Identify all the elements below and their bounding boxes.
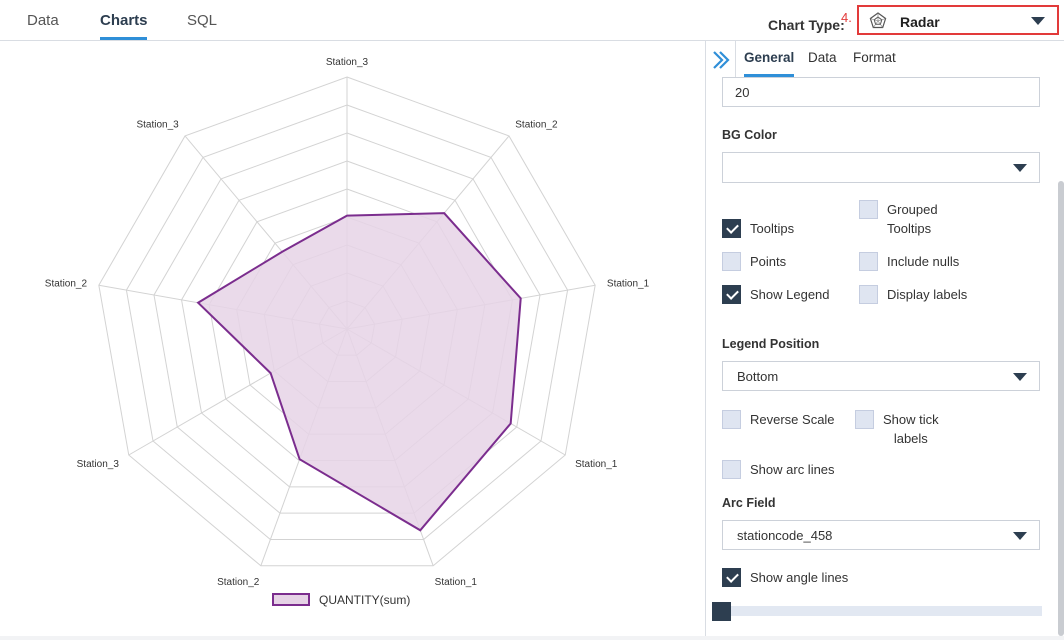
radar-chart: Station_3 Station_2 Station_1 Station_1 Stat… (45, 57, 650, 588)
chevron-down-icon (1013, 164, 1027, 172)
arc-field-label: Arc Field (722, 496, 776, 510)
reverse-scale-label: Reverse Scale (750, 412, 835, 427)
points-label: Points (750, 254, 787, 269)
tooltips-label: Tooltips (750, 221, 795, 236)
show-arc-lines-label: Show arc lines (750, 462, 835, 477)
tab-panel-data[interactable]: Data (808, 50, 837, 65)
slider-track[interactable] (722, 606, 1042, 616)
axis-label: Station_2 (217, 577, 260, 588)
active-tab-indicator (100, 37, 147, 40)
show-tick-labels-label: Show tick labels (883, 412, 939, 446)
legend-label: QUANTITY(sum) (319, 593, 411, 607)
legend-position-label: Legend Position (722, 337, 820, 351)
chevron-down-icon (1031, 17, 1045, 25)
axis-label: Station_2 (45, 278, 88, 289)
grouped-tooltips-label: Grouped Tooltips (887, 202, 938, 236)
bg-color-label: BG Color (722, 128, 777, 142)
show-angle-lines-checkbox[interactable] (722, 568, 741, 587)
tab-format[interactable]: Format (853, 50, 896, 65)
axis-label: Station_3 (136, 120, 179, 131)
tooltips-checkbox[interactable] (722, 219, 741, 238)
include-nulls-checkbox[interactable] (859, 252, 878, 271)
arc-field-select[interactable]: stationcode_458 (722, 520, 1040, 550)
chart-type-value: Radar (900, 14, 940, 30)
chart-area: Station_3 Station_2 Station_1 Station_1 Stat… (0, 41, 705, 636)
axis-label: Station_3 (326, 57, 369, 68)
show-arc-lines-checkbox[interactable] (722, 460, 741, 479)
arc-field-value: stationcode_458 (737, 528, 833, 543)
show-angle-lines-label: Show angle lines (750, 570, 849, 585)
axis-label: Station_1 (575, 459, 618, 470)
chart-type-select[interactable]: Radar (857, 5, 1059, 35)
series-area-quantity (196, 212, 522, 532)
tab-charts[interactable]: Charts (100, 12, 148, 29)
tab-data[interactable]: Data (27, 12, 59, 29)
double-chevron-right-icon (713, 51, 730, 69)
show-legend-checkbox[interactable] (722, 285, 741, 304)
top-bar: Data Charts SQL Chart Type: 4. Radar (0, 0, 1064, 41)
legend-position-select[interactable]: Bottom (722, 361, 1040, 391)
legend-position-value: Bottom (737, 369, 779, 384)
radar-chart-icon (869, 12, 887, 29)
display-labels-checkbox[interactable] (859, 285, 878, 304)
collapse-panel-button[interactable] (706, 41, 736, 77)
tab-general[interactable]: General (744, 50, 794, 65)
settings-panel: General Data Format 20 BG Color Tooltips… (705, 41, 1064, 636)
include-nulls-label: Include nulls (887, 254, 960, 269)
bg-color-select[interactable] (722, 152, 1040, 183)
chevron-down-icon (1013, 532, 1027, 540)
display-labels-label: Display labels (887, 287, 968, 302)
tab-sql[interactable]: SQL (187, 12, 217, 29)
axis-label: Station_3 (77, 459, 120, 470)
reverse-scale-checkbox[interactable] (722, 410, 741, 429)
legend-swatch (272, 593, 310, 606)
panel-scrollbar[interactable] (1058, 181, 1064, 636)
size-input-value: 20 (735, 85, 750, 100)
step-number: 4. (841, 10, 852, 25)
axis-label: Station_2 (515, 120, 558, 131)
chart-type-label: Chart Type: (768, 17, 845, 33)
show-legend-label: Show Legend (750, 287, 830, 302)
points-checkbox[interactable] (722, 252, 741, 271)
axis-label: Station_1 (607, 278, 650, 289)
show-tick-labels-checkbox[interactable] (855, 410, 874, 429)
axis-label: Station_1 (435, 577, 478, 588)
grouped-tooltips-checkbox[interactable] (859, 200, 878, 219)
size-input[interactable]: 20 (722, 77, 1040, 107)
chevron-down-icon (1013, 373, 1027, 381)
slider-handle[interactable] (712, 602, 731, 621)
